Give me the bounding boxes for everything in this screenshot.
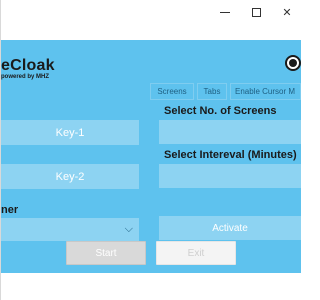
runner-dropdown[interactable]: ⌵ <box>1 218 139 241</box>
mode-radio[interactable] <box>285 55 301 71</box>
key-2-button[interactable]: Key-2 <box>1 164 139 189</box>
interval-label: Select Intereval (Minutes) <box>164 149 297 161</box>
minimize-button[interactable] <box>211 2 239 22</box>
app-logo-subtitle: powered by MHZ <box>1 74 50 80</box>
maximize-button[interactable] <box>242 2 270 22</box>
runner-label: ner <box>1 204 19 216</box>
app-logo-title: eCloak <box>1 57 55 74</box>
app-window: ✕ eCloak powered by MHZ Screens Tabs Ena… <box>0 0 301 300</box>
key-1-button[interactable]: Key-1 <box>1 120 139 145</box>
main-panel: eCloak powered by MHZ Screens Tabs Enabl… <box>1 40 301 273</box>
radio-selected-dot <box>289 59 297 67</box>
chevron-down-icon: ⌵ <box>124 222 133 235</box>
close-button[interactable]: ✕ <box>273 2 301 22</box>
tab-tabs[interactable]: Tabs <box>197 83 227 100</box>
screens-count-input[interactable] <box>159 120 301 144</box>
tab-screens[interactable]: Screens <box>150 83 194 100</box>
interval-minutes-input[interactable] <box>159 164 301 188</box>
close-icon: ✕ <box>282 5 292 19</box>
maximize-icon <box>251 7 261 17</box>
exit-button[interactable]: Exit <box>156 241 236 265</box>
activate-button[interactable]: Activate <box>159 216 301 240</box>
start-button[interactable]: Start <box>66 241 146 265</box>
tab-enable-cursor[interactable]: Enable Cursor M <box>230 83 301 100</box>
screens-label: Select No. of Screens <box>164 105 277 117</box>
minimize-icon <box>220 11 230 13</box>
